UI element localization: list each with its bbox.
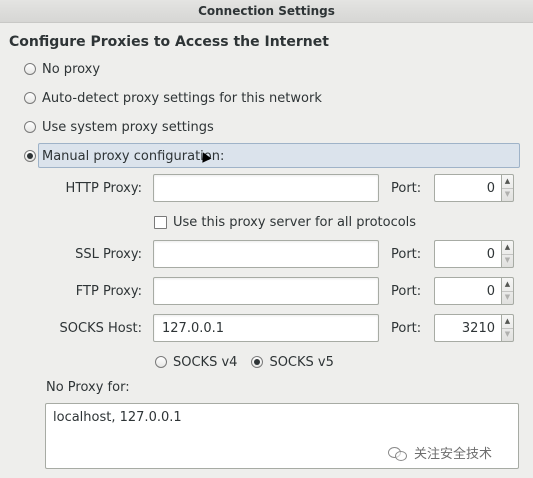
section-title: Configure Proxies to Access the Internet [9,34,329,50]
radio-label: No proxy [42,61,101,77]
socks-host-label: SOCKS Host: [59,321,142,336]
radio-label: Manual proxy configuration: [42,148,225,164]
radio-indicator[interactable] [155,356,167,368]
chevron-up-icon[interactable]: ▲ [502,315,513,328]
spin-buttons: ▲ ▼ [501,277,514,305]
radio-auto-detect[interactable]: Auto-detect proxy settings for this netw… [24,87,322,109]
http-proxy-input[interactable] [153,174,379,202]
http-proxy-label: HTTP Proxy: [65,181,142,196]
checkbox-box[interactable] [154,215,167,229]
radio-socks-v5[interactable]: SOCKS v5 [251,351,334,373]
http-port-value[interactable]: 0 [434,174,501,202]
checkbox-label: Use this proxy server for all protocols [173,214,417,230]
socks-port-spinner[interactable]: 3210 ▲ ▼ [434,314,514,342]
http-port-spinner[interactable]: 0 ▲ ▼ [434,174,514,202]
chevron-down-icon[interactable]: ▼ [502,290,513,305]
socks-port-value[interactable]: 3210 [434,314,501,342]
ftp-proxy-input[interactable] [153,277,379,305]
radio-indicator[interactable] [24,92,36,104]
radio-system-proxy[interactable]: Use system proxy settings [24,116,214,138]
use-for-all-protocols-checkbox[interactable]: Use this proxy server for all protocols [154,213,416,231]
radio-label: Auto-detect proxy settings for this netw… [42,90,322,106]
radio-label: Use system proxy settings [42,119,214,135]
watermark-text: 关注安全技术 [414,447,493,462]
spin-buttons: ▲ ▼ [501,314,514,342]
no-proxy-label: No Proxy for: [46,380,130,395]
ftp-port-label: Port: [391,284,422,299]
socks-version-group: SOCKS v4 SOCKS v5 [155,352,348,372]
radio-indicator-selected[interactable] [24,150,36,162]
radio-label: SOCKS v5 [269,354,334,370]
socks-port-label: Port: [391,321,422,336]
window-titlebar: Connection Settings [0,0,533,23]
wechat-icon [388,445,408,461]
window-title: Connection Settings [198,4,335,18]
chevron-down-icon[interactable]: ▼ [502,327,513,342]
http-port-label: Port: [391,181,422,196]
radio-manual-proxy[interactable]: Manual proxy configuration: [24,145,224,167]
spin-buttons: ▲ ▼ [501,174,514,202]
radio-socks-v4[interactable]: SOCKS v4 [155,351,237,373]
ssl-proxy-label: SSL Proxy: [75,247,142,262]
ssl-port-label: Port: [391,247,422,262]
radio-indicator-selected[interactable] [251,356,264,368]
socks-host-input[interactable]: 127.0.0.1 [153,314,379,342]
radio-no-proxy[interactable]: No proxy [24,58,100,80]
radio-indicator[interactable] [24,121,36,133]
watermark: 关注安全技术 [388,443,492,462]
ftp-port-value[interactable]: 0 [434,277,501,305]
chevron-down-icon[interactable]: ▼ [502,253,513,268]
chevron-up-icon[interactable]: ▲ [502,175,513,188]
ssl-port-value[interactable]: 0 [434,240,501,268]
chevron-down-icon[interactable]: ▼ [502,187,513,202]
ssl-proxy-input[interactable] [153,240,379,268]
ssl-port-spinner[interactable]: 0 ▲ ▼ [434,240,514,268]
ftp-proxy-label: FTP Proxy: [75,284,142,299]
ftp-port-spinner[interactable]: 0 ▲ ▼ [434,277,514,305]
spin-buttons: ▲ ▼ [501,240,514,268]
chevron-up-icon[interactable]: ▲ [502,278,513,291]
chevron-up-icon[interactable]: ▲ [502,241,513,254]
radio-label: SOCKS v4 [173,354,238,370]
radio-indicator[interactable] [24,63,36,75]
